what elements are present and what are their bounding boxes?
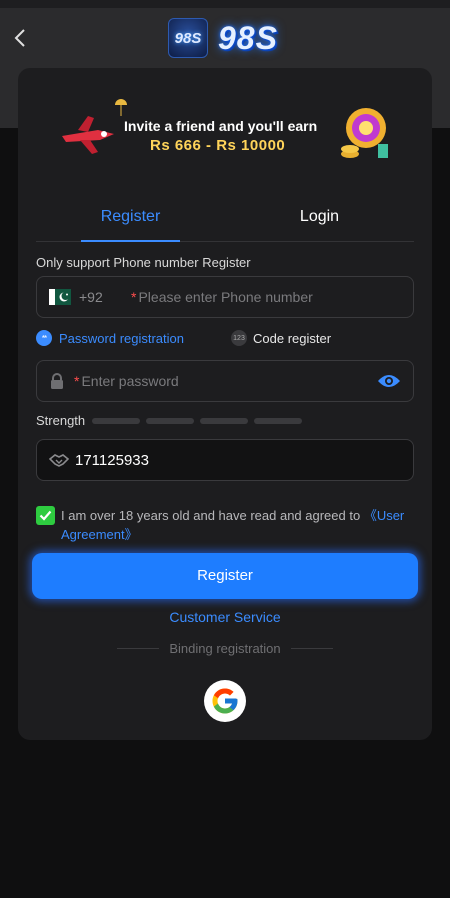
strength-label: Strength bbox=[36, 413, 86, 428]
agreement-checkbox[interactable] bbox=[36, 506, 55, 525]
lock-icon bbox=[50, 372, 66, 390]
google-icon bbox=[212, 688, 238, 714]
strength-bar bbox=[92, 418, 140, 424]
banner-headline: Invite a friend and you'll earn bbox=[124, 118, 318, 134]
phone-field[interactable]: +92 * bbox=[36, 276, 414, 318]
password-input[interactable] bbox=[81, 373, 375, 389]
customer-service-link[interactable]: Customer Service bbox=[18, 609, 432, 625]
pakistan-flag-icon bbox=[49, 289, 71, 305]
agreement-row: I am over 18 years old and have read and… bbox=[36, 506, 414, 544]
strength-bar bbox=[200, 418, 248, 424]
binding-divider: Binding registration bbox=[18, 641, 432, 656]
handshake-icon bbox=[49, 452, 69, 468]
status-strip bbox=[0, 0, 450, 8]
agreement-statement: I am over 18 years old and have read and… bbox=[61, 508, 364, 523]
register-card: Invite a friend and you'll earn Rs 666 -… bbox=[18, 68, 432, 740]
country-code[interactable]: +92 bbox=[79, 289, 117, 305]
coins-icon bbox=[341, 108, 388, 158]
logo-badge: 98S bbox=[168, 18, 208, 58]
invite-code-value[interactable]: 171125933 bbox=[75, 452, 149, 469]
phone-label: Only support Phone number Register bbox=[36, 255, 251, 270]
password-field[interactable]: * bbox=[36, 360, 414, 402]
required-mark: * bbox=[74, 373, 80, 389]
divider-line bbox=[117, 648, 160, 649]
password-registration-option[interactable]: ** Password registration bbox=[36, 330, 184, 346]
registration-method: ** Password registration 123 Code regist… bbox=[36, 330, 414, 350]
binding-label: Binding registration bbox=[169, 641, 281, 656]
agreement-text: I am over 18 years old and have read and… bbox=[61, 506, 414, 544]
chevron-left-icon bbox=[14, 29, 25, 47]
tab-login[interactable]: Login bbox=[225, 198, 414, 241]
invite-code-field[interactable]: 171125933 bbox=[36, 439, 414, 481]
back-button[interactable] bbox=[8, 26, 32, 50]
password-registration-label: Password registration bbox=[59, 330, 184, 346]
code-radio-icon: 123 bbox=[231, 330, 247, 346]
strength-meter bbox=[92, 418, 302, 424]
logo-wordmark: 98S bbox=[218, 19, 278, 56]
plane-icon bbox=[62, 116, 114, 154]
auth-tabs: Register Login bbox=[36, 198, 414, 242]
invite-banner[interactable]: Invite a friend and you'll earn Rs 666 -… bbox=[58, 98, 392, 168]
divider-line bbox=[290, 648, 333, 649]
eye-icon[interactable] bbox=[375, 367, 403, 395]
parachute-icon bbox=[115, 99, 127, 116]
banner-amount: Rs 666 - Rs 10000 bbox=[150, 137, 286, 154]
check-icon bbox=[39, 510, 52, 521]
code-register-option[interactable]: 123 Code register bbox=[231, 330, 331, 346]
strength-bar bbox=[254, 418, 302, 424]
password-radio-icon: ** bbox=[36, 330, 52, 346]
required-mark: * bbox=[131, 289, 137, 305]
brand-logo: 98S 98S bbox=[168, 16, 278, 60]
register-button[interactable]: Register bbox=[32, 553, 418, 599]
code-register-label: Code register bbox=[253, 330, 332, 346]
google-login-button[interactable] bbox=[204, 680, 246, 722]
tab-register[interactable]: Register bbox=[36, 198, 225, 242]
strength-bar bbox=[146, 418, 194, 424]
phone-input[interactable] bbox=[138, 289, 413, 305]
